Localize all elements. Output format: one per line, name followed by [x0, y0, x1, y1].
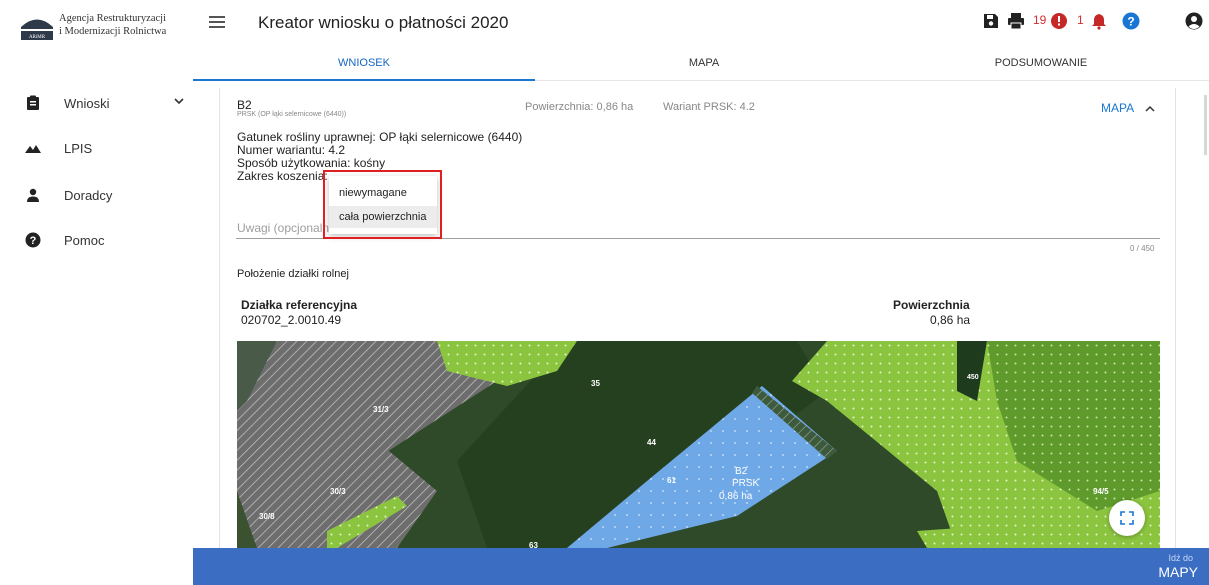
save-icon[interactable] — [982, 12, 1000, 30]
tab-podsumowanie[interactable]: PODSUMOWANIE — [873, 48, 1209, 81]
agency-logo-icon: ARiMR — [20, 14, 54, 42]
parcel-map[interactable]: 35 31/3 44 61 30/3 30/8 94/5 63 450 B2 P… — [237, 341, 1160, 548]
chevron-down-icon[interactable] — [173, 95, 185, 107]
parcel-map-label-code: B2 — [735, 466, 748, 477]
notes-counter: 0 / 450 — [1130, 244, 1155, 253]
map-label: 450 — [967, 374, 979, 381]
account-icon[interactable] — [1185, 12, 1203, 30]
map-label: 30/8 — [259, 512, 275, 521]
tab-mapa[interactable]: MAPA — [535, 48, 873, 81]
map-label: 35 — [591, 379, 600, 388]
sidebar-item-label: LPIS — [64, 141, 93, 156]
chevron-up-icon[interactable] — [1144, 104, 1156, 114]
map-label: 63 — [529, 541, 538, 548]
map-label: 30/3 — [330, 487, 346, 496]
parcel-code: B2 — [237, 98, 252, 112]
go-to-map-button[interactable]: MAPY — [1158, 564, 1198, 580]
sidebar: ARiMR Agencja Restrukturyzacji i Moderni… — [0, 0, 192, 585]
go-to-label: Idź do — [1168, 553, 1193, 563]
map-link[interactable]: MAPA — [1101, 101, 1134, 115]
svg-text:ARiMR: ARiMR — [29, 35, 46, 40]
tab-bar: WNIOSEK MAPA PODSUMOWANIE — [193, 48, 1209, 81]
sidebar-item-lpis[interactable]: LPIS — [0, 128, 192, 168]
parcel-map-label-area: 0,86 ha — [719, 491, 753, 502]
person-icon — [27, 188, 39, 202]
map-label: 94/5 — [1093, 487, 1109, 496]
fullscreen-button[interactable] — [1109, 500, 1145, 536]
ref-label: Działka referencyjna — [241, 298, 358, 312]
sidebar-item-label: Wnioski — [64, 96, 110, 111]
svg-text:?: ? — [1127, 15, 1134, 29]
detail-mowing-label: Zakres koszenia: — [237, 169, 328, 183]
sidebar-item-label: Doradcy — [64, 188, 113, 203]
help-icon[interactable]: ? — [1122, 12, 1140, 30]
detail-usage: Sposób użytkowania: kośny — [237, 156, 386, 170]
mountain-icon — [25, 145, 41, 153]
map-label: 44 — [647, 438, 656, 447]
print-icon[interactable] — [1007, 12, 1025, 30]
help-circle-icon: ? — [25, 232, 41, 248]
sidebar-item-pomoc[interactable]: ? Pomoc — [0, 220, 192, 260]
agency-logo[interactable]: ARiMR Agencja Restrukturyzacji i Moderni… — [20, 12, 190, 52]
detail-crop: Gatunek rośliny uprawnej: OP łąki selern… — [237, 130, 523, 144]
map-label: 61 — [667, 476, 676, 485]
svg-text:?: ? — [30, 235, 37, 247]
detail-variant: Numer wariantu: 4.2 — [237, 143, 346, 157]
tab-wniosek[interactable]: WNIOSEK — [193, 48, 535, 81]
brand-line-2: i Modernizacji Rolnictwa — [59, 26, 167, 37]
parcel-subtitle: PRSK (OP łąki selernicowe (6440)) — [237, 111, 347, 118]
ref-value: 020702_2.0010.49 — [241, 313, 342, 327]
sidebar-item-wnioski[interactable]: Wnioski — [0, 83, 192, 123]
scrollbar[interactable] — [1204, 95, 1207, 155]
parcel-map-label-type: PRSK — [732, 478, 760, 489]
clipboard-icon — [27, 95, 39, 110]
go-to-map-bar[interactable]: Idź do MAPY — [193, 548, 1209, 585]
page-title: Kreator wniosku o płatności 2020 — [258, 13, 509, 32]
errors-count: 19 — [1033, 13, 1047, 27]
error-icon[interactable] — [1050, 12, 1068, 30]
notes-input[interactable]: Uwagi (opcjonalnie) — [237, 221, 329, 235]
menu-icon[interactable] — [209, 16, 225, 30]
area-value: 0,86 ha — [930, 313, 971, 327]
annotation-highlight — [323, 170, 442, 239]
parcel-area: Powierzchnia: 0,86 ha — [525, 101, 634, 113]
area-label: Powierzchnia — [893, 298, 970, 312]
notifications-count: 1 — [1077, 13, 1084, 27]
map-label: 31/3 — [373, 405, 389, 414]
sidebar-item-doradcy[interactable]: Doradcy — [0, 175, 192, 215]
sidebar-item-label: Pomoc — [64, 233, 105, 248]
map-canvas: 35 31/3 44 61 30/3 30/8 94/5 63 450 B2 P… — [237, 341, 1160, 548]
fullscreen-icon — [1120, 511, 1134, 525]
bell-icon[interactable] — [1090, 12, 1108, 30]
parcel-variant: Wariant PRSK: 4.2 — [663, 101, 755, 113]
location-heading: Położenie działki rolnej — [237, 268, 349, 280]
brand-line-1: Agencja Restrukturyzacji — [59, 13, 166, 24]
